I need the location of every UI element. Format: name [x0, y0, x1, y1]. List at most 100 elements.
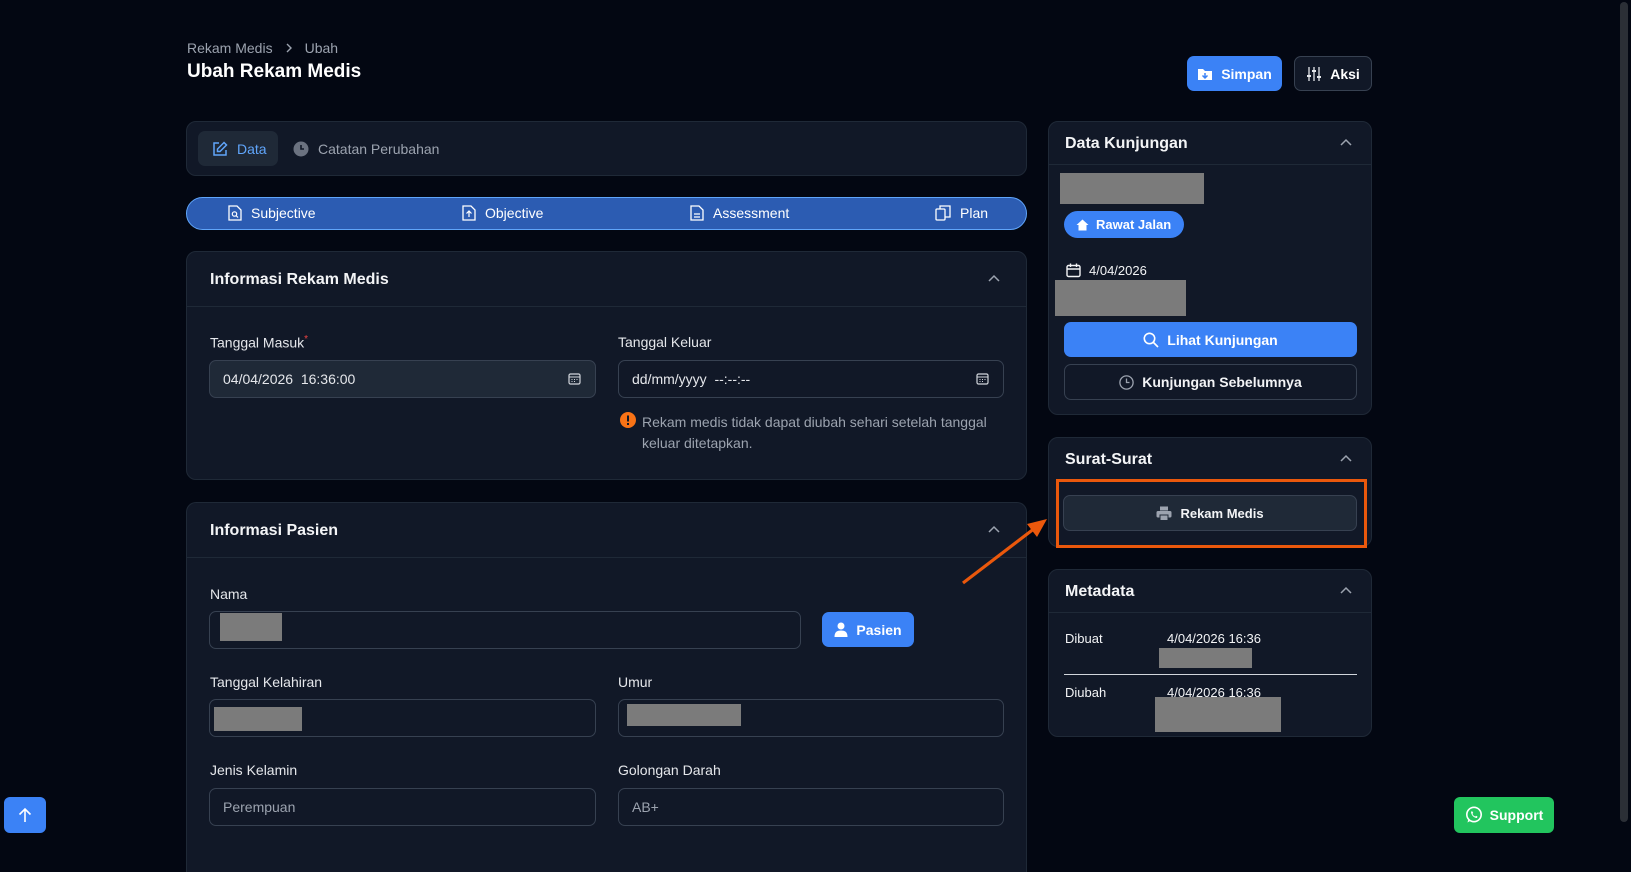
visit-doctor-redacted	[1055, 280, 1186, 316]
chevron-up-icon[interactable]	[988, 274, 1000, 284]
actions-button[interactable]: Aksi	[1294, 56, 1372, 91]
scrollbar-thumb[interactable]	[1620, 2, 1628, 822]
name-input[interactable]	[209, 611, 801, 649]
exit-date-placeholder: dd/mm/yyyy --:--:--	[632, 371, 751, 387]
clipboard-copy-icon	[935, 205, 951, 221]
record-info-header[interactable]: Informasi Rekam Medis	[187, 252, 1026, 307]
soap-tab-bar: Subjective Objective Assessment Plan	[186, 197, 1027, 230]
tab-subjective-label: Subjective	[251, 205, 316, 221]
metadata-header[interactable]: Metadata	[1049, 570, 1371, 613]
user-icon	[834, 622, 848, 637]
scrollbar[interactable]	[1617, 0, 1631, 872]
calendar-icon[interactable]	[568, 372, 581, 385]
created-value: 4/04/2026 16:36	[1167, 631, 1261, 646]
tab-change-log[interactable]: Catatan Perubahan	[293, 131, 439, 166]
chevron-up-icon[interactable]	[1340, 454, 1352, 464]
scroll-to-top-button[interactable]	[4, 797, 46, 833]
metadata-title: Metadata	[1065, 583, 1135, 600]
chevron-up-icon[interactable]	[1340, 586, 1352, 596]
exit-date-label: Tanggal Keluar	[618, 334, 712, 350]
created-label: Dibuat	[1065, 631, 1103, 646]
visit-title: Data Kunjungan	[1065, 135, 1188, 152]
tab-assessment[interactable]: Assessment	[690, 205, 789, 221]
exit-date-input[interactable]: dd/mm/yyyy --:--:--	[618, 360, 1004, 398]
visit-date-value: 4/04/2026	[1089, 263, 1147, 278]
document-upload-icon	[462, 205, 476, 221]
chevron-up-icon[interactable]	[1340, 138, 1352, 148]
exit-date-warning: Rekam medis tidak dapat diubah sehari se…	[642, 414, 987, 451]
arrow-up-icon	[18, 807, 32, 823]
blood-type-input[interactable]: AB+	[618, 788, 1004, 826]
print-medical-record-label: Rekam Medis	[1180, 505, 1264, 521]
document-icon	[690, 205, 704, 221]
gender-label: Jenis Kelamin	[210, 762, 298, 778]
support-button[interactable]: Support	[1454, 797, 1554, 833]
tab-objective-label: Objective	[485, 205, 544, 221]
entry-date-input[interactable]: 04/04/2026 16:36:00	[209, 360, 596, 398]
previous-visit-label: Kunjungan Sebelumnya	[1142, 374, 1302, 390]
required-mark: *	[304, 334, 309, 345]
blood-type-value: AB+	[632, 799, 659, 815]
view-visit-button[interactable]: Lihat Kunjungan	[1064, 322, 1357, 357]
metadata-card: Metadata Dibuat 4/04/2026 16:36 Diubah 4…	[1048, 569, 1372, 737]
tab-objective[interactable]: Objective	[462, 205, 543, 221]
tab-data[interactable]: Data	[198, 131, 278, 166]
updated-label: Diubah	[1065, 685, 1107, 700]
tab-subjective[interactable]: Subjective	[228, 205, 316, 221]
actions-button-label: Aksi	[1330, 65, 1360, 82]
tab-plan-label: Plan	[960, 205, 989, 221]
visit-card: Data Kunjungan Rawat Jalan 4/04/2026 Lih…	[1048, 121, 1372, 415]
record-info-title: Informasi Rekam Medis	[210, 271, 389, 288]
letters-title: Surat-Surat	[1065, 451, 1153, 468]
tab-change-log-label: Catatan Perubahan	[318, 140, 440, 157]
entry-date-label: Tanggal Masuk*	[210, 334, 309, 351]
tab-plan[interactable]: Plan	[935, 205, 988, 221]
tabs-card: Data Catatan Perubahan	[186, 121, 1027, 176]
page-title: Ubah Rekam Medis	[187, 61, 362, 82]
clock-icon	[1119, 374, 1135, 390]
patient-info-card: Informasi Pasien Nama Pasien Tanggal Kel…	[186, 502, 1027, 872]
patient-button[interactable]: Pasien	[822, 612, 914, 647]
visit-header[interactable]: Data Kunjungan	[1049, 122, 1371, 165]
previous-visit-button[interactable]: Kunjungan Sebelumnya	[1064, 364, 1357, 400]
name-label: Nama	[210, 586, 248, 602]
visit-number-redacted	[1060, 173, 1204, 204]
visit-date: 4/04/2026	[1066, 263, 1147, 278]
calendar-icon[interactable]	[976, 372, 989, 385]
tab-assessment-label: Assessment	[713, 205, 790, 221]
annotation-arrow	[962, 519, 1047, 585]
metadata-divider	[1064, 674, 1357, 675]
whatsapp-icon	[1465, 806, 1483, 824]
save-button-label: Simpan	[1221, 65, 1272, 82]
home-icon	[1076, 219, 1089, 231]
clock-icon	[293, 141, 309, 157]
name-redacted	[220, 613, 282, 641]
patient-button-label: Pasien	[856, 621, 902, 638]
document-search-icon	[228, 205, 242, 221]
birth-date-redacted	[214, 707, 302, 731]
birth-date-label: Tanggal Kelahiran	[210, 674, 323, 690]
sliders-icon	[1306, 66, 1322, 82]
chevron-right-icon	[285, 43, 293, 53]
tab-data-label: Data	[237, 140, 267, 157]
visit-type-badge: Rawat Jalan	[1064, 211, 1185, 238]
blood-type-label: Golongan Darah	[618, 762, 721, 778]
patient-info-header[interactable]: Informasi Pasien	[187, 503, 1026, 558]
print-medical-record-button[interactable]: Rekam Medis	[1063, 495, 1357, 531]
gender-input[interactable]: Perempuan	[209, 788, 596, 826]
created-by-redacted	[1159, 648, 1252, 668]
download-folder-icon	[1197, 67, 1213, 81]
letters-header[interactable]: Surat-Surat	[1049, 438, 1371, 481]
age-label: Umur	[618, 674, 653, 690]
patient-info-title: Informasi Pasien	[210, 522, 339, 539]
visit-type-label: Rawat Jalan	[1096, 217, 1172, 232]
age-redacted	[627, 704, 741, 726]
gender-value: Perempuan	[223, 799, 296, 815]
save-button[interactable]: Simpan	[1187, 56, 1282, 91]
breadcrumb-current: Ubah	[304, 40, 339, 56]
breadcrumb-parent-link[interactable]: Rekam Medis	[187, 40, 273, 56]
search-icon	[1143, 332, 1159, 348]
updated-by-redacted	[1155, 697, 1281, 732]
printer-icon	[1156, 506, 1172, 521]
entry-date-value: 04/04/2026 16:36:00	[223, 371, 356, 387]
